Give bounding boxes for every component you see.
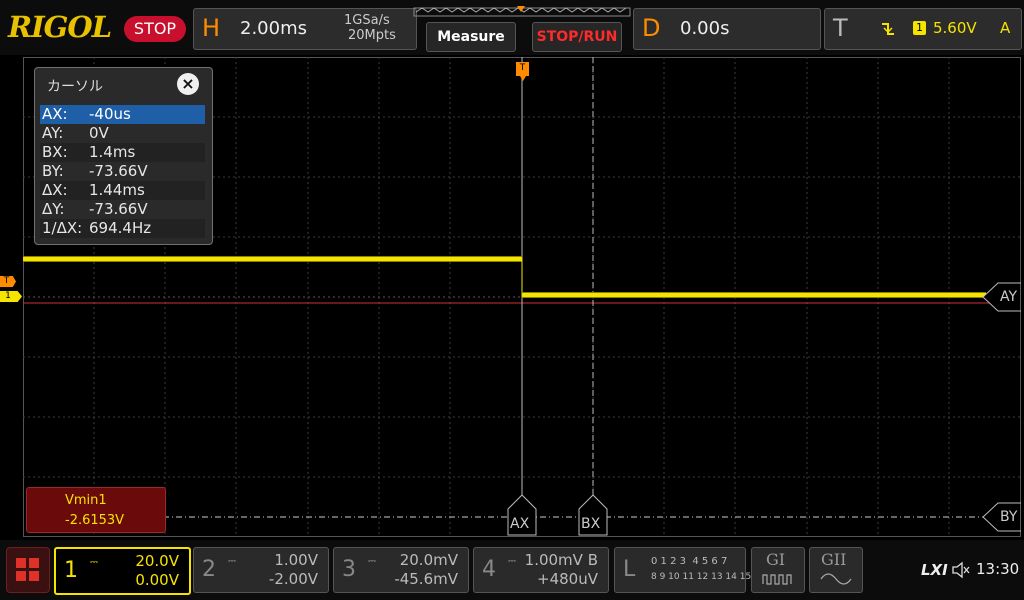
horizontal-panel[interactable]: H 2.00ms 1GSa/s 20Mpts — [193, 8, 417, 50]
trigger-time-marker[interactable]: T — [516, 62, 529, 76]
clock: 13:30 — [976, 560, 1020, 578]
measurement-result[interactable]: Vmin1 -2.6153V — [26, 487, 166, 533]
trigger-channel-badge: 1 — [913, 21, 926, 35]
cursor-panel-title: カーソル — [47, 79, 103, 95]
generator-2-button[interactable]: GII — [809, 547, 863, 593]
ch1-offset: 0.00V — [135, 571, 179, 589]
cursor-ay-label[interactable]: AY — [1000, 289, 1017, 305]
ch4-scale: 1.00mV B — [524, 551, 598, 569]
trigger-time-marker-arrow — [520, 76, 526, 81]
grid-menu-icon — [16, 558, 39, 581]
rigol-logo: RIGOL — [8, 10, 112, 44]
cursor-row-ax[interactable]: AX: -40us — [40, 105, 205, 124]
generator-1-button[interactable]: GI — [751, 547, 805, 593]
ch1-control[interactable]: 1 ⎓ 20.0V 0.00V — [54, 547, 191, 595]
cursor-ax-label[interactable]: AX — [510, 516, 529, 532]
memory-strip — [413, 6, 631, 17]
trigger-letter: T — [833, 14, 848, 42]
trigger-position-marker — [517, 6, 525, 12]
ch2-control[interactable]: 2 ⎓ 1.00V -2.00V — [193, 547, 329, 593]
ch4-control[interactable]: 4 ⎓ 1.00mV B +480uV — [473, 547, 609, 593]
ch4-offset: +480uV — [537, 570, 598, 588]
square-wave-icon — [762, 574, 792, 585]
cursor-row-bx: BX: 1.4ms — [40, 143, 205, 162]
speaker-muted-icon[interactable] — [951, 561, 971, 579]
cursor-row-ay: AY: 0V — [42, 124, 109, 142]
cursor-row-dy: ΔY: -73.66V — [42, 200, 148, 218]
trigger-mode: A — [1000, 19, 1011, 37]
cursor-row-by: BY: -73.66V — [42, 162, 148, 180]
ch3-control[interactable]: 3 ⎓ 20.0mV -45.6mV — [333, 547, 469, 593]
trigger-level: 5.60V — [933, 19, 977, 37]
sine-wave-icon — [820, 573, 852, 585]
falling-edge-icon — [882, 23, 894, 35]
dc-coupling-icon: ⎓ — [90, 557, 98, 568]
sample-rate: 1GSa/s — [344, 13, 390, 28]
close-icon[interactable]: × — [177, 73, 199, 95]
cursor-bx-label[interactable]: BX — [581, 516, 600, 532]
logic-channels-row2: 8 9 10 11 12 13 14 15 — [651, 572, 752, 582]
ch1-scale: 20.0V — [135, 552, 179, 570]
dc-coupling-icon: ⎓ — [368, 556, 376, 567]
ch1-ground-marker[interactable]: 1 — [0, 291, 22, 302]
trigger-panel[interactable]: T 1 5.60V A — [824, 8, 1022, 50]
ch3-scale: 20.0mV — [399, 551, 458, 569]
timebase-value: 2.00ms — [240, 18, 307, 39]
cursor-row-dx: ΔX: 1.44ms — [40, 181, 205, 200]
ch1-waveform — [23, 256, 986, 298]
stop-run-button[interactable]: STOP/RUN — [532, 22, 622, 52]
measurement-value: -2.6153V — [65, 513, 125, 528]
ch2-offset: -2.00V — [268, 570, 318, 588]
ch3-offset: -45.6mV — [394, 570, 458, 588]
logic-channels-row1: 0 1 2 3 4 5 6 7 — [651, 556, 728, 567]
cursor-by-label[interactable]: BY — [1000, 509, 1017, 525]
ch2-scale: 1.00V — [274, 551, 318, 569]
measure-button[interactable]: Measure — [426, 22, 516, 52]
lxi-icon: LXI — [921, 561, 948, 579]
menu-button[interactable] — [6, 547, 50, 593]
memory-depth: 20Mpts — [348, 28, 396, 43]
cursor-panel[interactable]: カーソル × AX: -40us AY: 0V BX: 1.4ms BY: -73.66… — [34, 67, 213, 245]
run-state-badge[interactable]: STOP — [124, 16, 186, 42]
dc-coupling-icon: ⎓ — [508, 556, 516, 567]
logic-analyzer-control[interactable]: L 0 1 2 3 4 5 6 7 8 9 10 11 12 13 14 15 — [614, 547, 751, 593]
delay-panel[interactable]: D 0.00s — [633, 8, 821, 50]
trigger-level-marker[interactable]: T — [0, 276, 16, 287]
horizontal-letter: H — [202, 14, 221, 42]
logic-letter: L — [623, 557, 636, 582]
cursor-row-inv-dx: 1/ΔX: 694.4Hz — [40, 219, 205, 238]
dc-coupling-icon: ⎓ — [228, 556, 236, 567]
measurement-name: Vmin1 — [65, 493, 107, 508]
delay-value: 0.00s — [680, 18, 730, 39]
delay-letter: D — [642, 14, 661, 42]
